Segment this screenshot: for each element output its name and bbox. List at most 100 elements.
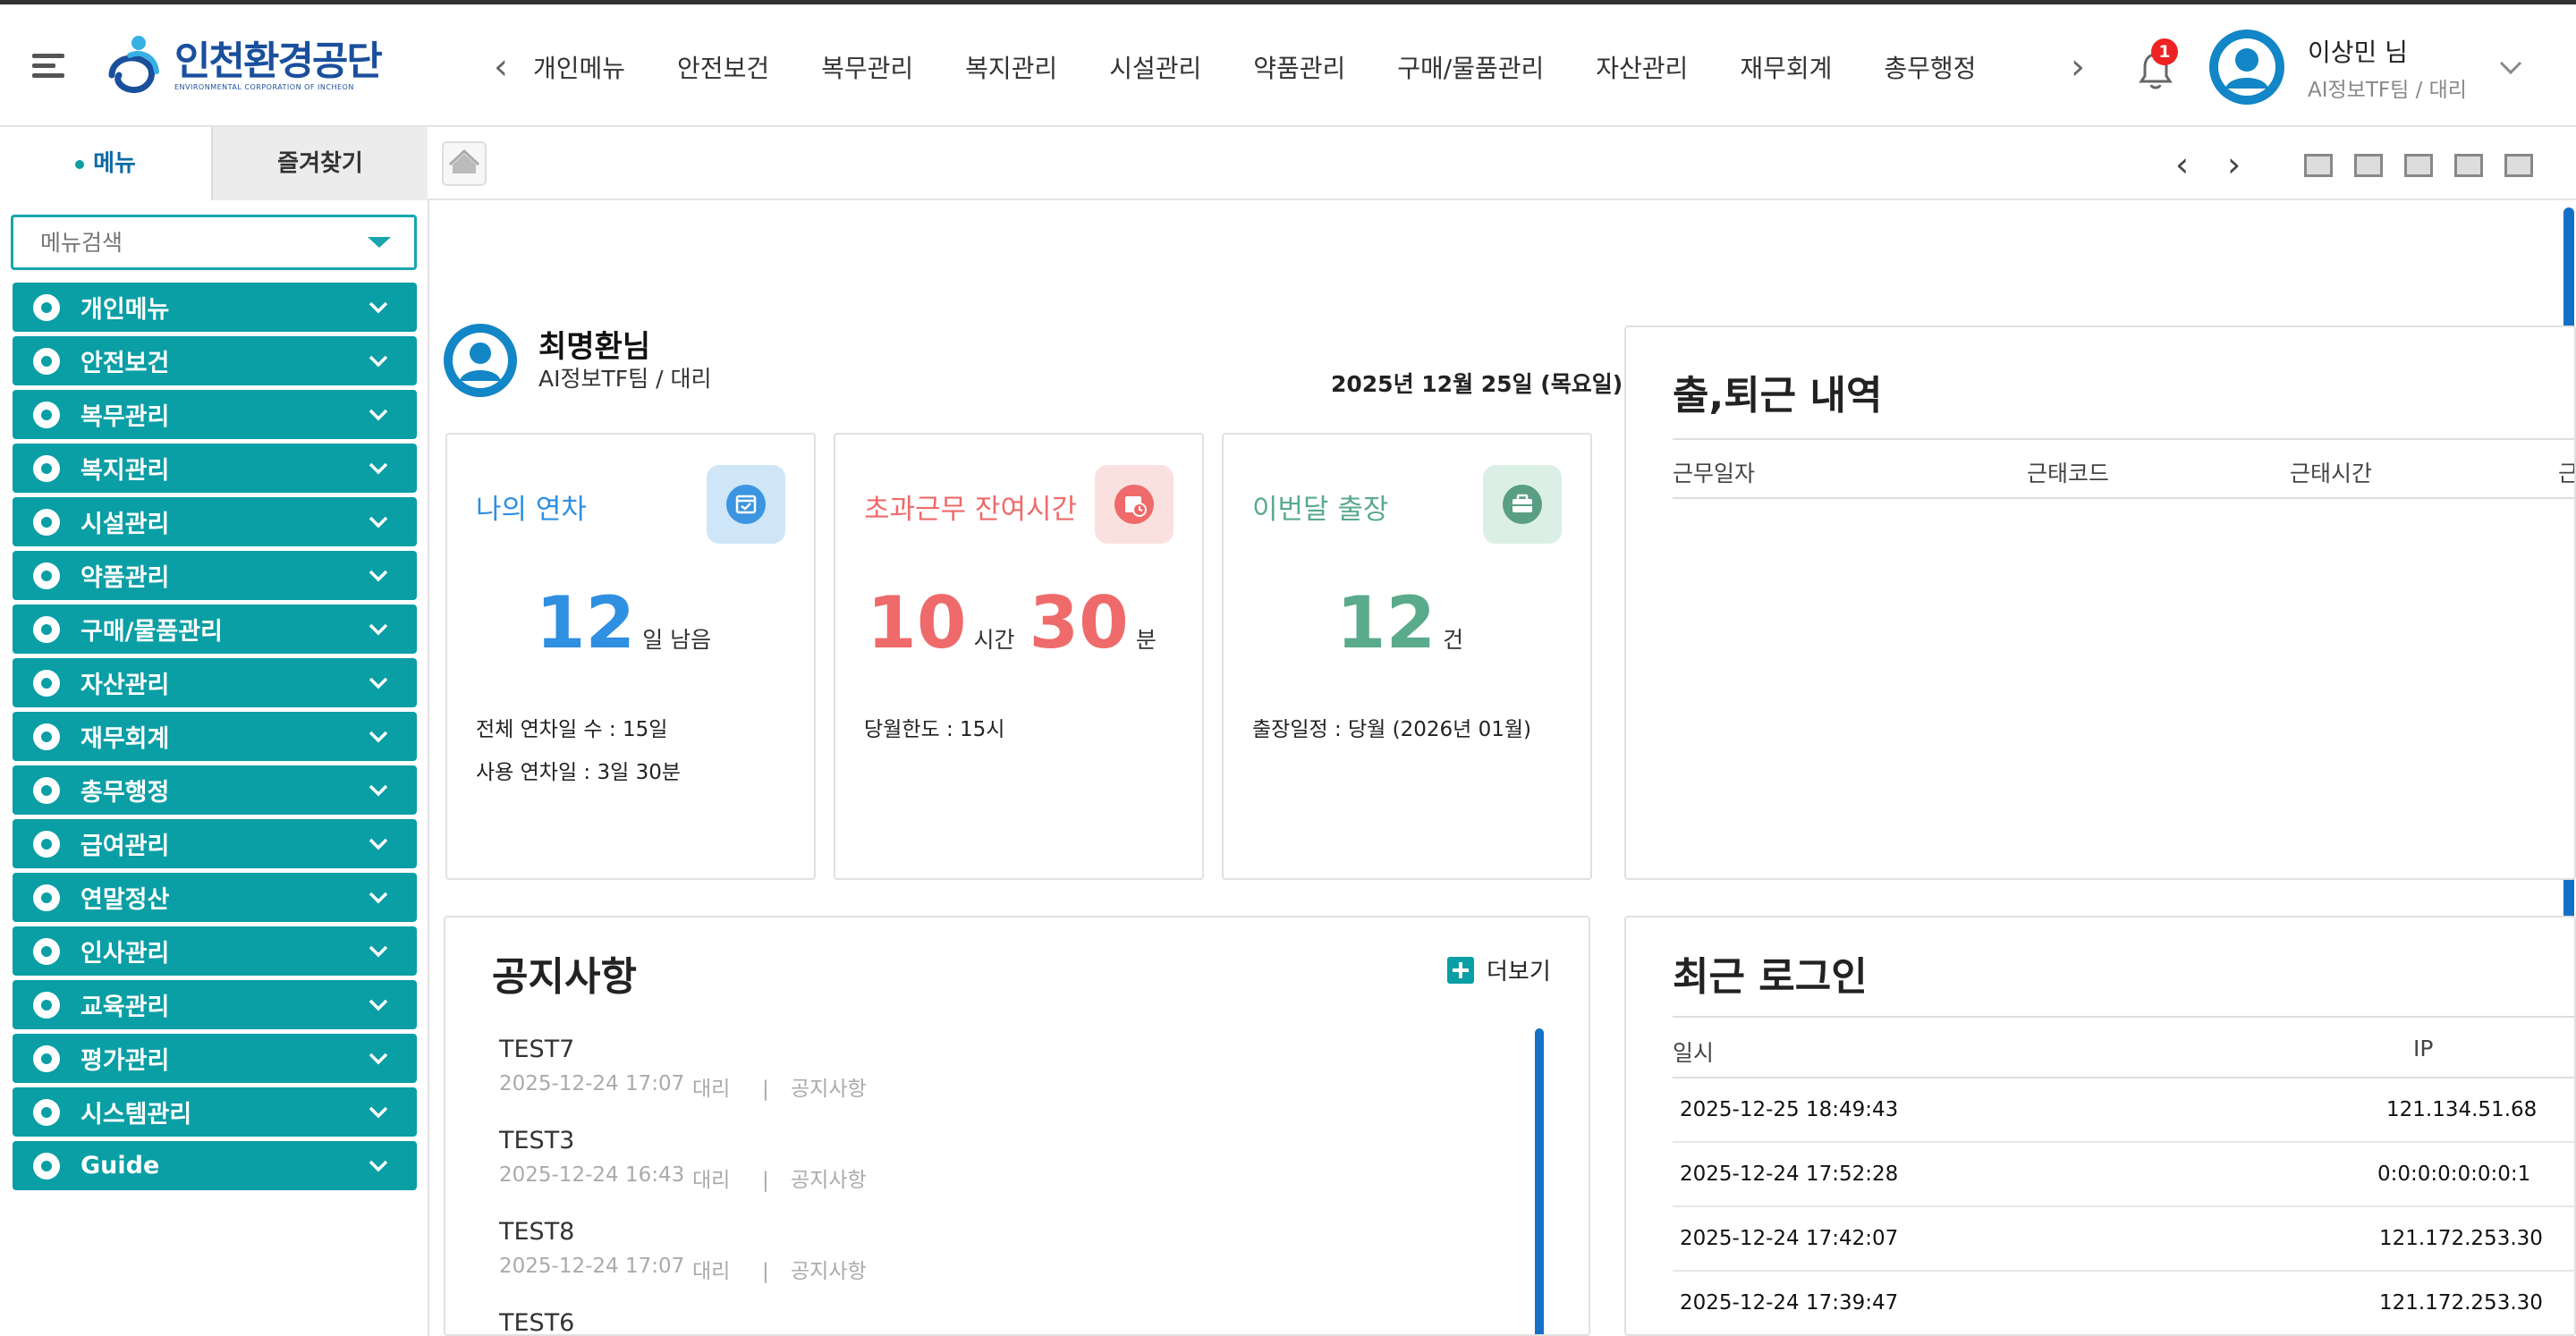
chevron-down-icon[interactable] <box>367 885 390 909</box>
top-nav-item[interactable]: 약품관리 <box>1253 49 1345 85</box>
sidebar-item-label: 교육관리 <box>80 994 170 1021</box>
profile-team: AI정보TF팀 / 대리 <box>538 366 712 392</box>
top-nav-item[interactable]: 복지관리 <box>965 49 1057 85</box>
sidebar-item[interactable]: 안전보건 <box>13 336 417 385</box>
sidebar-item[interactable]: 총무행정 <box>13 765 417 815</box>
sidebar-item-label: 안전보건 <box>80 350 170 377</box>
layout-cascade-icon[interactable] <box>2354 154 2383 177</box>
more-button[interactable]: 더보기 <box>1447 953 1551 986</box>
menu-search-input[interactable] <box>13 217 353 267</box>
notice-item-date: 2025-12-24 17:07 <box>499 1255 685 1278</box>
chevron-down-icon[interactable] <box>367 563 390 587</box>
hamburger-menu-icon[interactable] <box>32 54 64 82</box>
chevron-down-icon[interactable] <box>367 1100 390 1123</box>
layout-single-icon[interactable] <box>2304 154 2333 177</box>
top-nav-item[interactable]: 개인메뉴 <box>533 49 625 85</box>
profile-avatar <box>444 324 517 397</box>
top-nav-item[interactable]: 재무회계 <box>1740 49 1832 85</box>
sidebar-item[interactable]: 평가관리 <box>13 1034 417 1083</box>
nav-prev-icon[interactable]: ‹ <box>487 49 514 85</box>
home-icon[interactable] <box>442 141 487 186</box>
sidebar-item[interactable]: 개인메뉴 <box>13 283 417 332</box>
tab-menu[interactable]: 메뉴 <box>0 127 213 200</box>
top-nav-item[interactable]: 복무관리 <box>821 49 913 85</box>
sidebar-item[interactable]: 복무관리 <box>13 390 417 439</box>
notice-scrollbar[interactable] <box>1535 1028 1544 1334</box>
trip-count-value: 12 <box>1335 581 1436 664</box>
chevron-down-icon[interactable] <box>367 617 390 640</box>
chevron-down-icon[interactable] <box>367 349 390 372</box>
sidebar-item-label: 인사관리 <box>80 940 170 968</box>
top-nav-item[interactable]: 자산관리 <box>1596 49 1688 85</box>
sidebar-item[interactable]: 재무회계 <box>13 712 417 761</box>
user-name: 이상민 님 <box>2308 38 2408 67</box>
leave-card[interactable]: 나의 연차 12 일 남음 전체 연차일 수 : 15일 사용 연차일 : 3일 … <box>445 433 816 880</box>
nav-next-icon[interactable]: › <box>2064 49 2091 85</box>
tab-next-icon[interactable]: › <box>2227 147 2241 182</box>
overtime-card[interactable]: 초과근무 잔여시간 10 시간 30 분 당월한도 : 15시 <box>834 433 1204 880</box>
sidebar-item[interactable]: Guide <box>13 1141 417 1190</box>
chevron-down-icon[interactable] <box>367 993 390 1016</box>
sidebar: 개인메뉴안전보건복무관리복지관리시설관리약품관리구매/물품관리자산관리재무회계총… <box>0 200 429 1336</box>
sidebar-item-label: 복지관리 <box>80 457 170 485</box>
chevron-down-icon[interactable] <box>367 295 390 318</box>
leave-card-title: 나의 연차 <box>476 494 587 526</box>
chevron-down-icon[interactable] <box>367 510 390 533</box>
avatar[interactable] <box>2209 30 2284 105</box>
won-icon <box>30 828 63 860</box>
chevron-down-icon[interactable] <box>367 671 390 694</box>
chevron-down-icon[interactable] <box>367 1046 390 1070</box>
login-col-time: 일시 <box>1673 1040 1715 1066</box>
top-nav-item[interactable]: 총무행정 <box>1884 49 1976 85</box>
list-item[interactable]: TEST6 <box>499 1309 1483 1334</box>
shield-icon <box>30 345 63 377</box>
chevron-down-icon[interactable] <box>367 456 390 479</box>
tab-menu-label: 메뉴 <box>93 150 136 177</box>
top-nav-item[interactable]: 구매/물품관리 <box>1397 49 1544 85</box>
sidebar-item-label: 급여관리 <box>80 833 170 860</box>
tab-favorites[interactable]: 즐겨찾기 <box>213 127 428 200</box>
leave-days-value: 12 <box>535 581 636 664</box>
layout-horizontal-icon[interactable] <box>2404 154 2433 177</box>
chevron-down-icon[interactable] <box>2497 55 2524 81</box>
recent-login-panel: 최근 로그인 일시 IP 2025-12-25 18:49:43 121.134… <box>1624 916 2576 1336</box>
sidebar-item[interactable]: 구매/물품관리 <box>13 605 417 654</box>
sidebar-item[interactable]: 시스템관리 <box>13 1087 417 1137</box>
trip-card[interactable]: 이번달 출장 12 건 출장일정 : 당월 (2026년 01월) <box>1222 433 1592 880</box>
notification-badge: 1 <box>2151 38 2178 65</box>
sidebar-item[interactable]: 약품관리 <box>13 551 417 600</box>
top-nav-item[interactable]: 시설관리 <box>1109 49 1201 85</box>
caret-down-icon[interactable] <box>368 237 391 248</box>
menu-search[interactable] <box>11 215 417 270</box>
tab-prev-icon[interactable]: ‹ <box>2175 147 2189 182</box>
list-item[interactable]: TEST8 2025-12-24 17:07 대리 | 공지사항 <box>499 1218 1483 1309</box>
chevron-down-icon[interactable] <box>367 939 390 962</box>
sidebar-item[interactable]: 연말정산 <box>13 873 417 922</box>
login-time: 2025-12-25 18:49:43 <box>1680 1098 1899 1121</box>
chevron-down-icon[interactable] <box>367 402 390 426</box>
attendance-col-extra: 근 <box>2558 456 2574 488</box>
sidebar-item[interactable]: 자산관리 <box>13 658 417 707</box>
sidebar-item[interactable]: 교육관리 <box>13 980 417 1029</box>
layout-vertical-icon[interactable] <box>2454 154 2483 177</box>
overtime-minutes-unit: 분 <box>1135 627 1157 653</box>
logo[interactable]: 인천환경공단 ENVIRONMENTAL CORPORATION OF INCH… <box>103 30 383 101</box>
briefcase-icon <box>1483 465 1562 544</box>
sidebar-item[interactable]: 인사관리 <box>13 926 417 976</box>
sidebar-item-label: 복무관리 <box>80 403 170 431</box>
chevron-down-icon[interactable] <box>367 1154 390 1177</box>
notice-item-sep: | <box>762 1078 769 1101</box>
overtime-card-figure: 10 시간 30 분 <box>835 583 1202 664</box>
attendance-col-time: 근태시간 <box>2290 461 2373 486</box>
sidebar-item[interactable]: 급여관리 <box>13 819 417 868</box>
login-ip: 121.172.253.30 <box>2379 1291 2543 1315</box>
list-item[interactable]: TEST7 2025-12-24 17:07 대리 | 공지사항 <box>499 1036 1483 1127</box>
list-item[interactable]: TEST3 2025-12-24 16:43 대리 | 공지사항 <box>499 1127 1483 1218</box>
chevron-down-icon[interactable] <box>367 778 390 801</box>
sidebar-item[interactable]: 복지관리 <box>13 444 417 493</box>
top-nav-item[interactable]: 안전보건 <box>677 49 769 85</box>
layout-close-all-icon[interactable] <box>2504 154 2533 177</box>
chevron-down-icon[interactable] <box>367 832 390 855</box>
sidebar-item[interactable]: 시설관리 <box>13 497 417 546</box>
chevron-down-icon[interactable] <box>367 724 390 748</box>
